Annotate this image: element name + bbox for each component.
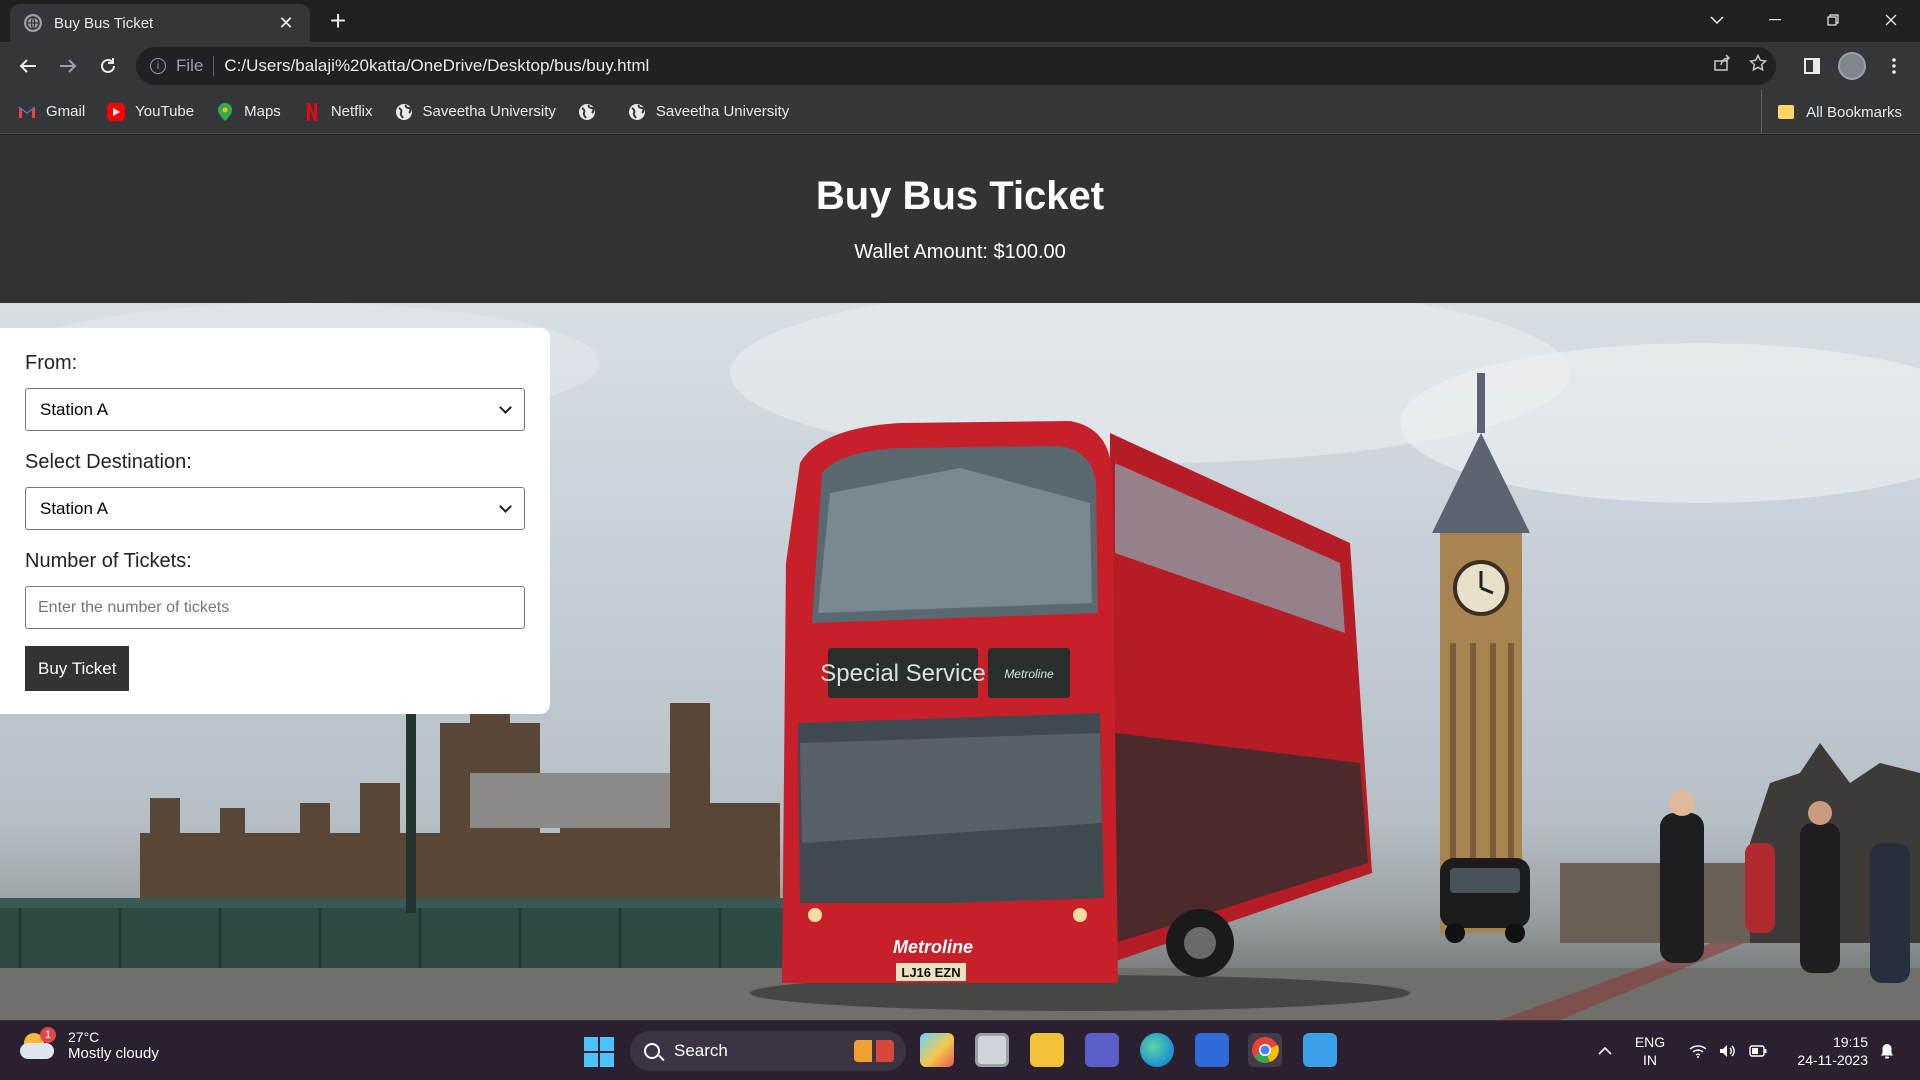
ticket-form: From: Station A Select Destination: Stat… — [0, 328, 550, 714]
search-icon — [644, 1043, 660, 1059]
tab-search-icon[interactable] — [1688, 0, 1746, 40]
bookmark-youtube[interactable]: YouTube — [107, 102, 195, 121]
all-bookmarks-label: All Bookmarks — [1806, 103, 1902, 121]
tickets-input[interactable] — [25, 586, 525, 629]
window-controls — [1688, 0, 1920, 40]
search-label: Search — [674, 1041, 728, 1060]
new-tab-button[interactable]: + — [322, 6, 354, 38]
forward-icon[interactable] — [52, 50, 84, 82]
share-icon[interactable] — [1704, 54, 1740, 78]
omnibox-scheme: File — [176, 56, 215, 76]
search-highlight-icon — [854, 1040, 894, 1062]
globe-icon — [628, 103, 646, 121]
edge-icon[interactable] — [1140, 1033, 1174, 1067]
bookmark-saveetha-2[interactable]: Saveetha University — [628, 103, 789, 121]
page-title: Buy Bus Ticket — [815, 174, 1105, 218]
weather-temperature: 27°C — [68, 1029, 100, 1045]
from-label: From: — [25, 352, 78, 374]
chevron-down-icon — [499, 400, 512, 414]
notification-badge: 1 — [40, 1026, 56, 1043]
tab-strip: Buy Bus Ticket ✕ + — [0, 0, 1920, 42]
bookmark-label: Gmail — [46, 103, 86, 120]
destination-label: Select Destination: — [25, 451, 192, 473]
file-explorer-icon[interactable] — [1030, 1033, 1064, 1067]
tab-title: Buy Bus Ticket — [54, 14, 154, 32]
weather-cloudy-icon: 1 — [20, 1026, 56, 1061]
bookmark-label: Netflix — [330, 103, 373, 120]
bookmark-gmail[interactable]: Gmail — [18, 103, 85, 121]
weather-description: Mostly cloudy — [68, 1045, 159, 1062]
buy-ticket-button[interactable]: Buy Ticket — [25, 646, 130, 691]
globe-icon — [395, 103, 413, 121]
restore-icon[interactable] — [1804, 0, 1862, 40]
back-icon[interactable] — [12, 50, 44, 82]
bookmarks-bar: Gmail YouTube Maps Netflix Saveetha Univ… — [0, 90, 1920, 134]
tickets-label: Number of Tickets: — [25, 550, 192, 572]
bookmark-netflix[interactable]: Netflix — [303, 102, 373, 121]
bookmark-label: Maps — [244, 103, 281, 120]
weather-widget[interactable]: 1 27°C Mostly cloudy — [20, 1026, 159, 1062]
wifi-icon[interactable] — [1684, 1021, 1712, 1080]
browser-toolbar: i File C:/Users/balaji%20katta/OneDrive/… — [0, 42, 1920, 90]
notification-bell-icon[interactable] — [1872, 1021, 1902, 1080]
show-hidden-icons[interactable] — [1590, 1021, 1620, 1080]
copilot-icon[interactable] — [920, 1033, 954, 1067]
page-header: Buy Bus Ticket Wallet Amount: $100.00 — [0, 135, 1920, 303]
menu-icon[interactable] — [1878, 50, 1910, 82]
chevron-down-icon — [499, 499, 512, 513]
reload-icon[interactable] — [92, 50, 124, 82]
bookmark-label: YouTube — [135, 103, 195, 120]
clock-date: 24-11-2023 — [1797, 1052, 1868, 1068]
close-tab-icon[interactable]: ✕ — [276, 13, 296, 34]
store-icon[interactable] — [1195, 1033, 1229, 1067]
info-icon[interactable]: i — [150, 58, 166, 74]
from-select[interactable]: Station A — [25, 388, 525, 431]
destination-select[interactable]: Station A — [25, 487, 525, 530]
wallet-amount: Wallet Amount: $100.00 — [854, 241, 1066, 263]
windows-start-icon[interactable] — [584, 1037, 614, 1067]
browser-tab[interactable]: Buy Bus Ticket ✕ — [10, 4, 310, 42]
chrome-icon[interactable] — [1248, 1033, 1282, 1067]
svg-text:Special Service: Special Service — [820, 660, 985, 687]
svg-text:Metroline: Metroline — [893, 937, 973, 957]
page-viewport: Buy Bus Ticket Wallet Amount: $100.00 Sp… — [0, 135, 1920, 1020]
globe-icon — [24, 14, 42, 32]
youtube-icon — [107, 102, 126, 121]
teams-icon[interactable] — [1085, 1033, 1119, 1067]
from-select-value: Station A — [40, 399, 109, 419]
url-text[interactable]: C:/Users/balaji%20katta/OneDrive/Desktop… — [224, 56, 1704, 76]
volume-icon[interactable] — [1714, 1021, 1742, 1080]
clock-time: 19:15 — [1832, 1034, 1868, 1050]
svg-text:LJ16 EZN: LJ16 EZN — [901, 965, 960, 980]
folder-icon — [1778, 105, 1795, 119]
gmail-icon — [18, 103, 36, 121]
minimize-icon[interactable] — [1746, 0, 1804, 40]
battery-icon[interactable] — [1744, 1021, 1772, 1080]
profile-avatar[interactable] — [1838, 52, 1866, 80]
bookmark-globe[interactable] — [578, 103, 606, 121]
all-bookmarks-button[interactable]: All Bookmarks — [1761, 90, 1902, 134]
lang-code: ENG — [1634, 1034, 1666, 1050]
language-indicator[interactable]: ENG IN — [1632, 1033, 1668, 1069]
destination-select-value: Station A — [40, 498, 109, 518]
lang-region: IN — [1643, 1052, 1657, 1068]
bookmark-label: Saveetha University — [422, 103, 556, 120]
bookmark-saveetha-1[interactable]: Saveetha University — [395, 103, 556, 121]
task-view-icon[interactable] — [975, 1033, 1009, 1067]
taskbar: 1 27°C Mostly cloudy Search ENG IN 19:15… — [0, 1020, 1920, 1080]
netflix-icon — [303, 102, 321, 121]
maps-icon — [216, 102, 234, 121]
bookmark-maps[interactable]: Maps — [216, 102, 281, 121]
svg-text:Metroline: Metroline — [1004, 667, 1054, 681]
close-window-icon[interactable] — [1862, 0, 1920, 40]
address-bar[interactable]: i File C:/Users/balaji%20katta/OneDrive/… — [136, 47, 1776, 85]
bookmark-label: Saveetha University — [655, 103, 790, 120]
globe-icon — [578, 103, 596, 121]
side-panel-icon[interactable] — [1796, 50, 1828, 82]
taskbar-search[interactable]: Search — [630, 1031, 906, 1071]
star-icon[interactable] — [1740, 53, 1776, 78]
notepad-icon[interactable] — [1303, 1033, 1337, 1067]
system-clock[interactable]: 19:15 24-11-2023 — [1782, 1033, 1868, 1069]
